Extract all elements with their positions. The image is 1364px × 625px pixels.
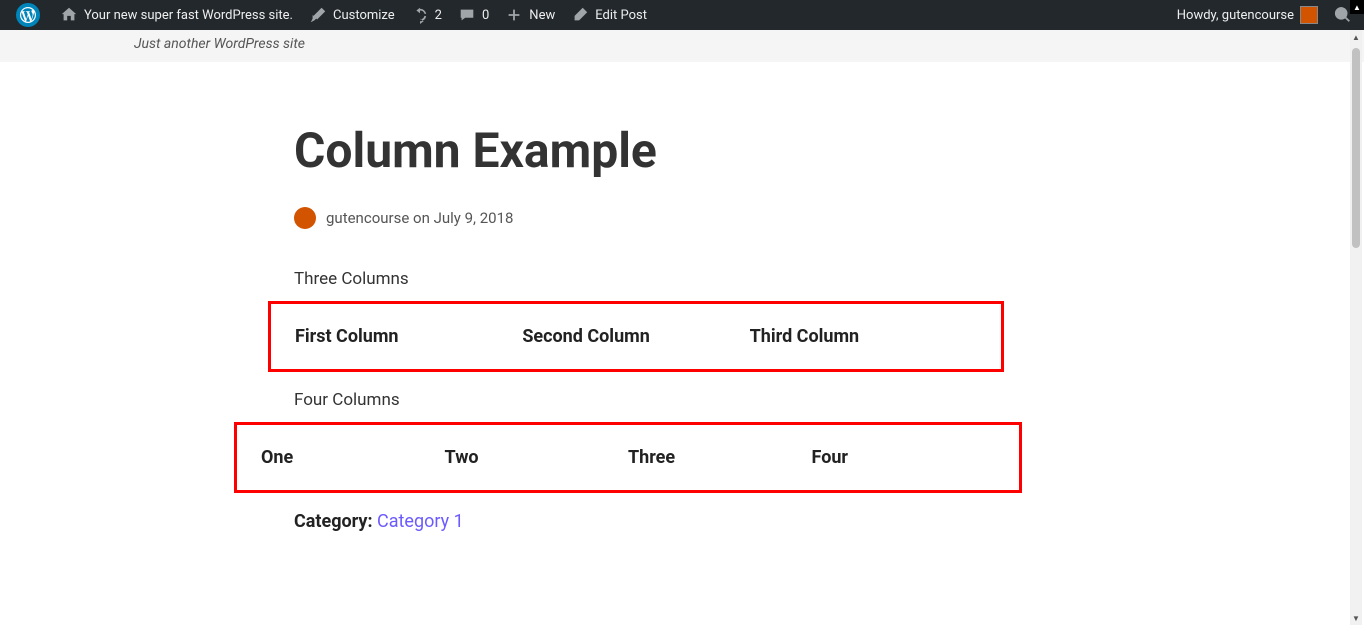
plus-icon <box>505 6 523 24</box>
column-1: One <box>261 447 445 468</box>
three-columns-label: Three Columns <box>294 269 1054 289</box>
edit-post-label: Edit Post <box>595 8 647 23</box>
update-icon <box>411 6 429 24</box>
howdy-text: Howdy, gutencourse <box>1177 8 1294 23</box>
vertical-scrollbar[interactable]: ▲ ▼ <box>1350 30 1362 625</box>
column-3: Third Column <box>750 326 977 347</box>
post-title: Column Example <box>294 122 1054 179</box>
site-name-menu[interactable]: Your new super fast WordPress site. <box>52 0 301 30</box>
my-account-menu[interactable]: Howdy, gutencourse <box>1169 0 1326 30</box>
home-icon <box>60 6 78 24</box>
new-content-button[interactable]: New <box>497 0 563 30</box>
post-meta: gutencourse on July 9, 2018 <box>294 207 1054 229</box>
content-area: Column Example gutencourse on July 9, 20… <box>0 62 1364 532</box>
edit-post-button[interactable]: Edit Post <box>563 0 655 30</box>
adminbar-right: Howdy, gutencourse <box>1169 0 1360 30</box>
user-avatar-icon <box>1300 6 1318 24</box>
wp-logo-menu[interactable] <box>4 0 52 30</box>
updates-count: 2 <box>435 8 442 23</box>
author-avatar-icon <box>294 207 316 229</box>
post-meta-text: gutencourse on July 9, 2018 <box>326 209 513 227</box>
post-date[interactable]: July 9, 2018 <box>434 209 514 227</box>
adminbar-left: Your new super fast WordPress site. Cust… <box>4 0 655 30</box>
column-2: Second Column <box>522 326 749 347</box>
wp-admin-bar: Your new super fast WordPress site. Cust… <box>0 0 1364 30</box>
customize-button[interactable]: Customize <box>301 0 403 30</box>
three-columns-block: First Column Second Column Third Column <box>268 301 1004 372</box>
column-3: Three <box>628 447 812 468</box>
wordpress-logo-icon <box>16 3 40 27</box>
date-prefix: on <box>413 209 430 227</box>
pencil-icon <box>571 6 589 24</box>
site-tagline: Just another WordPress site <box>0 30 1364 62</box>
category-line: Category: Category 1 <box>294 511 1054 532</box>
four-columns-label: Four Columns <box>294 390 1054 410</box>
comment-icon <box>458 6 476 24</box>
outer-scroll-up-icon[interactable]: ▲ <box>1350 0 1364 14</box>
scroll-up-icon[interactable]: ▲ <box>1350 30 1362 44</box>
column-2: Two <box>445 447 629 468</box>
scroll-down-icon[interactable]: ▼ <box>1350 611 1362 625</box>
column-1: First Column <box>295 326 522 347</box>
comments-button[interactable]: 0 <box>450 0 497 30</box>
customize-label: Customize <box>333 8 395 23</box>
column-4: Four <box>812 447 996 468</box>
updates-button[interactable]: 2 <box>403 0 450 30</box>
author-link[interactable]: gutencourse <box>326 209 409 227</box>
category-label: Category: <box>294 511 373 532</box>
new-label: New <box>529 8 555 23</box>
scrollbar-thumb[interactable] <box>1352 48 1360 248</box>
site-name-text: Your new super fast WordPress site. <box>84 8 293 23</box>
post: Column Example gutencourse on July 9, 20… <box>294 122 1054 532</box>
comments-count: 0 <box>482 8 489 23</box>
four-columns-block: One Two Three Four <box>234 422 1022 493</box>
paintbrush-icon <box>309 6 327 24</box>
category-link[interactable]: Category 1 <box>377 511 464 532</box>
